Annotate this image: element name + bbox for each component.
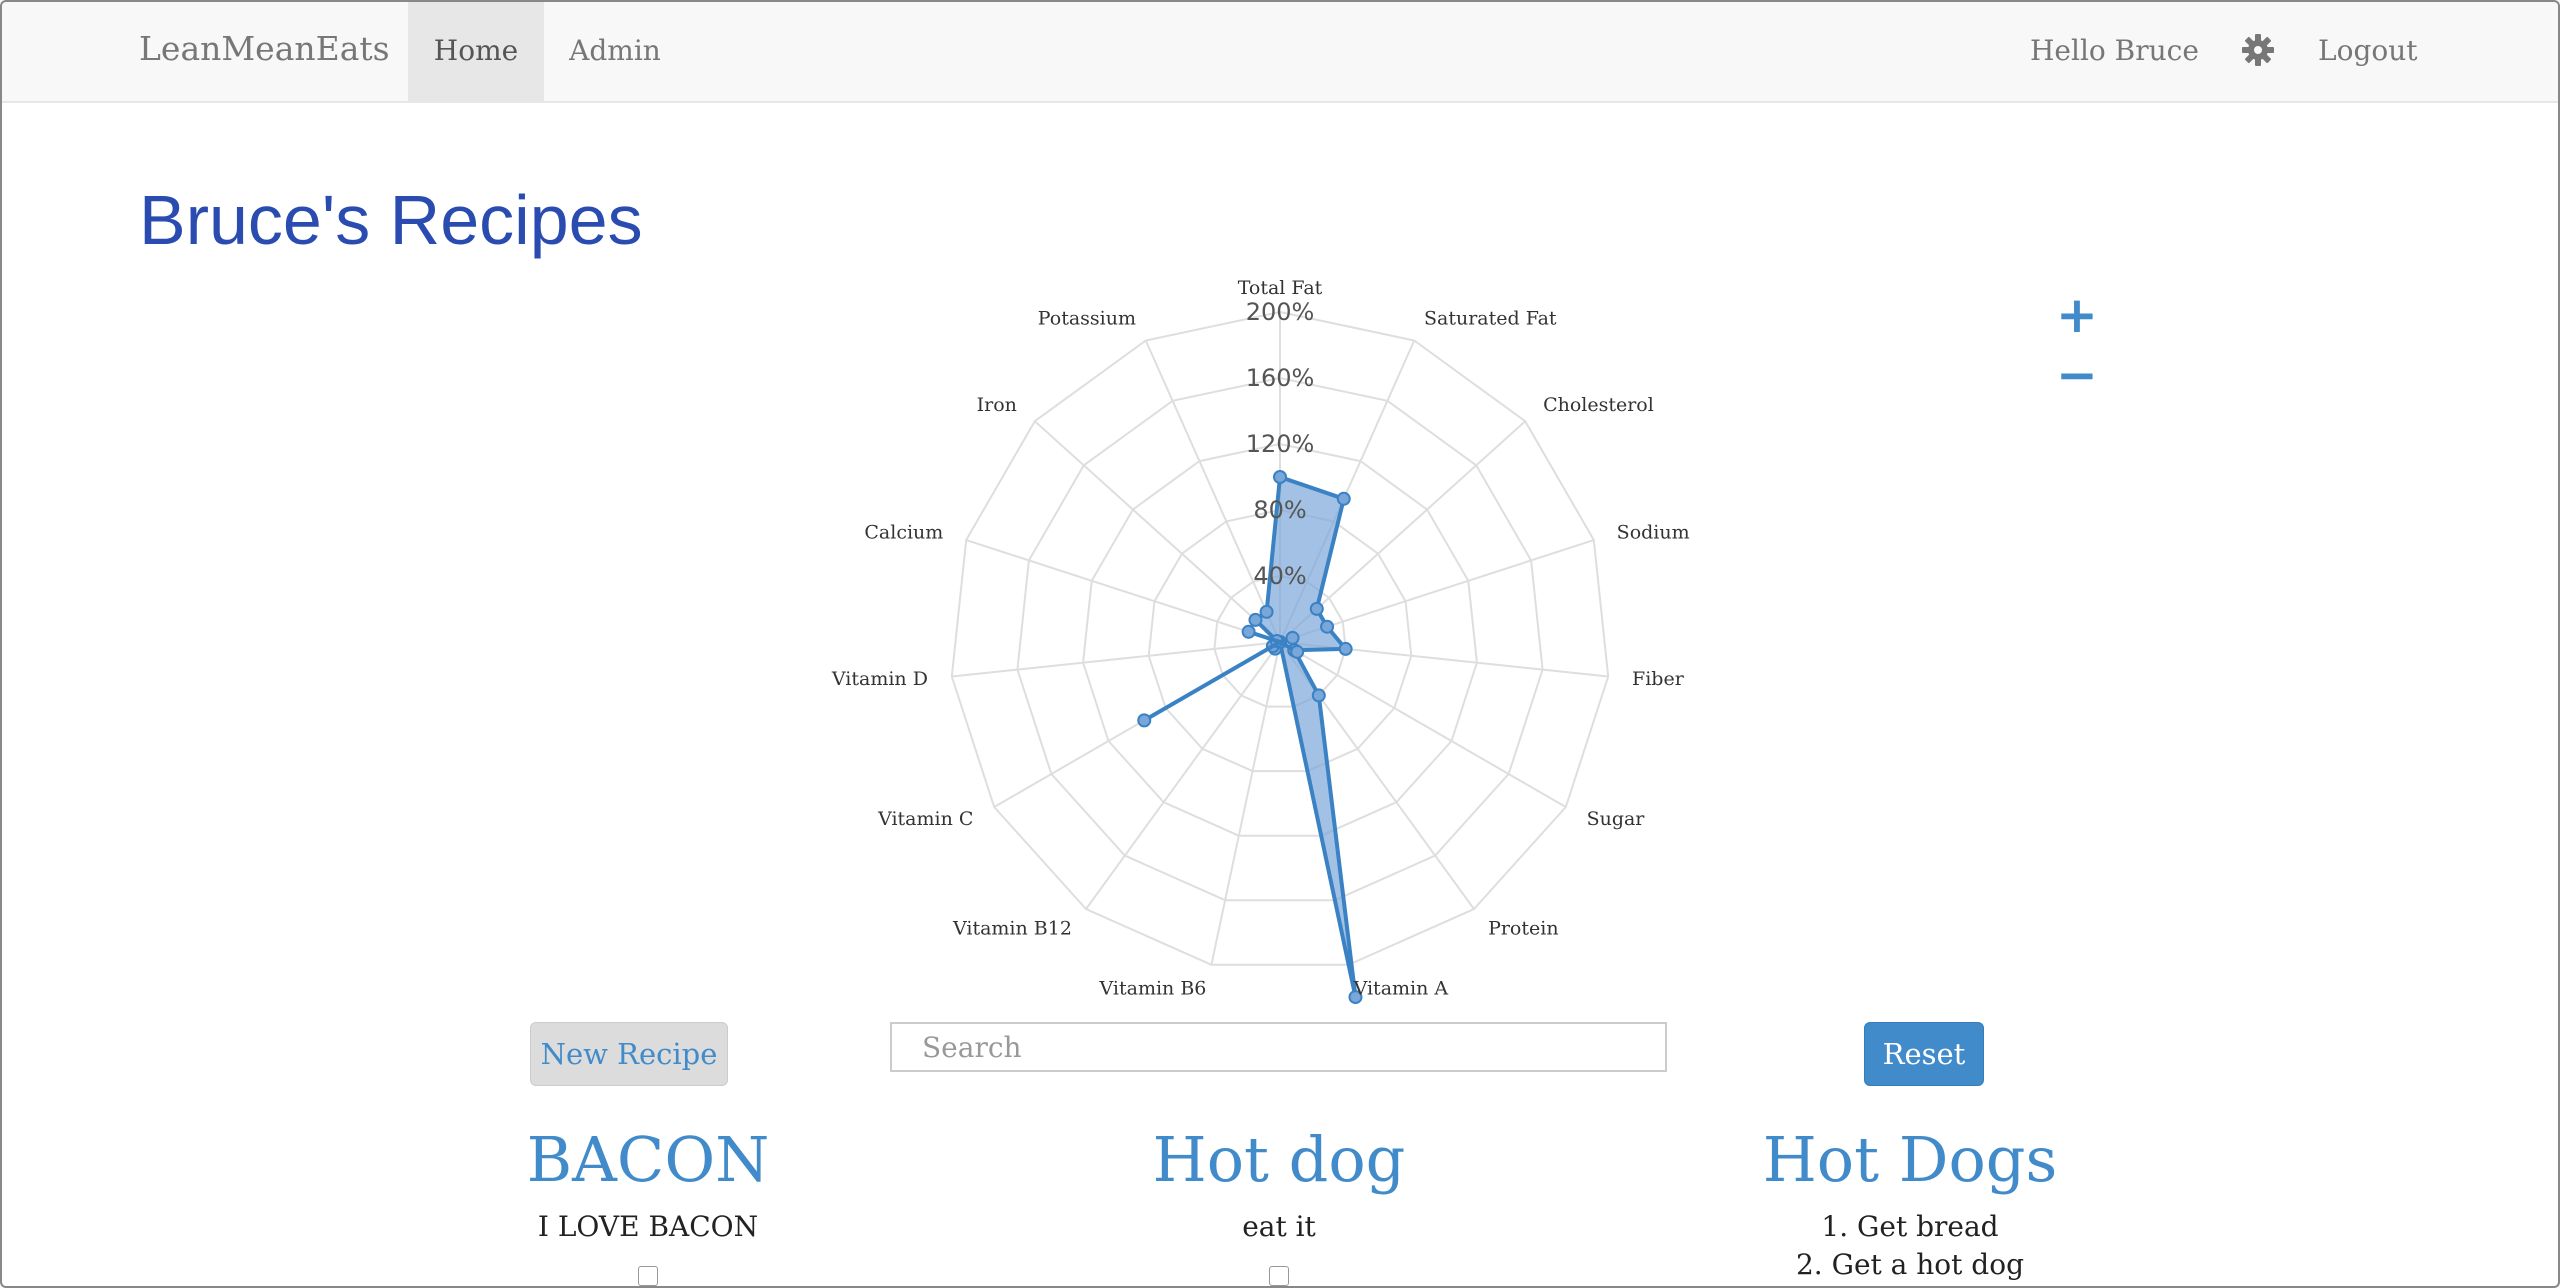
top-navbar: LeanMeanEats Home Admin Hello Bruce Logo… [0,0,2560,103]
new-recipe-button[interactable]: New Recipe [530,1022,728,1086]
radar-axis-label: Protein [1488,917,1559,939]
radar-secondary-point [1241,624,1256,639]
recipe-description: eat it [1242,1210,1316,1243]
recipe-checkbox[interactable] [638,1266,658,1286]
logout-link[interactable]: Logout [2318,0,2418,101]
recipe-title[interactable]: BACON [388,1120,908,1200]
radar-secondary-point [1290,644,1305,659]
radar-data-point [1259,604,1274,619]
nav-home[interactable]: Home [408,0,544,101]
recipe-card: Hot Dogs 1. Get bread 2. Get a hot dog [1650,1120,2170,1284]
recipe-title[interactable]: Hot Dogs [1650,1120,2170,1200]
reset-button[interactable]: Reset [1864,1022,1984,1086]
recipe-description: I LOVE BACON [537,1210,759,1243]
radar-tick-label: 160% [1246,364,1315,392]
radar-data-point [1338,641,1353,656]
radar-secondary-point [1285,630,1300,645]
radar-tick-label: 40% [1253,562,1306,590]
page-title: Bruce's Recipes [139,181,643,259]
radar-axis-label: Iron [977,394,1017,416]
recipe-checkbox[interactable] [1269,1266,1289,1286]
radar-tick-label: 200% [1246,298,1315,326]
radar-axis-label: Saturated Fat [1424,308,1557,330]
search-input[interactable] [890,1022,1667,1072]
radar-axis-label: Vitamin D [831,668,928,690]
radar-tick-label: 120% [1246,430,1315,458]
radar-axis-label: Total Fat [1238,277,1323,299]
recipe-steps: 1. Get bread 2. Get a hot dog [1650,1208,2170,1284]
radar-axis-label: Potassium [1038,308,1136,330]
nav-admin[interactable]: Admin [544,0,686,101]
recipe-card: BACON I LOVE BACON [388,1120,908,1288]
radar-axis-label: Sugar [1587,808,1646,830]
radar-axis-label: Cholesterol [1543,394,1654,416]
radar-axis-label: Vitamin B12 [952,917,1072,939]
radar-spoke [1034,420,1281,643]
zoom-in-button[interactable]: + [2056,290,2098,340]
radar-axis-label: Fiber [1632,668,1685,690]
radar-data-point [1320,619,1335,634]
user-greeting[interactable]: Hello Bruce [2030,0,2199,101]
zoom-out-button[interactable]: − [2056,350,2098,400]
radar-axis-label: Sodium [1617,522,1690,544]
radar-data-point [1311,688,1326,703]
radar-axis-label: Vitamin B6 [1099,977,1207,999]
radar-axis-label: Vitamin A [1353,977,1449,999]
radar-tick-label: 80% [1253,496,1306,524]
recipe-step: 2. Get a hot dog [1795,1248,2025,1281]
recipe-card: Hot dog eat it [1019,1120,1539,1288]
radar-data-point [1273,470,1287,484]
radar-axis-label: Vitamin C [877,808,973,830]
radar-data-point [1248,612,1263,627]
radar-data-point [1309,601,1324,616]
recipe-title[interactable]: Hot dog [1019,1120,1539,1200]
radar-axis-label: Calcium [864,522,943,544]
nutrition-radar-chart: 40% 80% 120% 160% 200%Total Fat Saturated Fat… [831,277,1690,1005]
radar-series-area [1253,475,1358,1000]
radar-data-point [1336,491,1351,506]
brand-logo[interactable]: LeanMeanEats [139,29,390,68]
radar-secondary-point [1137,713,1152,728]
recipe-step: 1. Get bread [1821,1210,1999,1243]
radar-spoke [965,539,1281,643]
gear-icon[interactable] [2240,32,2276,68]
